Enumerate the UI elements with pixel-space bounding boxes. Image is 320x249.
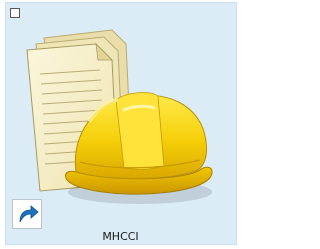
shortcut-arrow-icon: [19, 205, 39, 223]
icon-label[interactable]: MHCCI: [0, 230, 241, 243]
shortcut-overlay: [12, 199, 42, 229]
